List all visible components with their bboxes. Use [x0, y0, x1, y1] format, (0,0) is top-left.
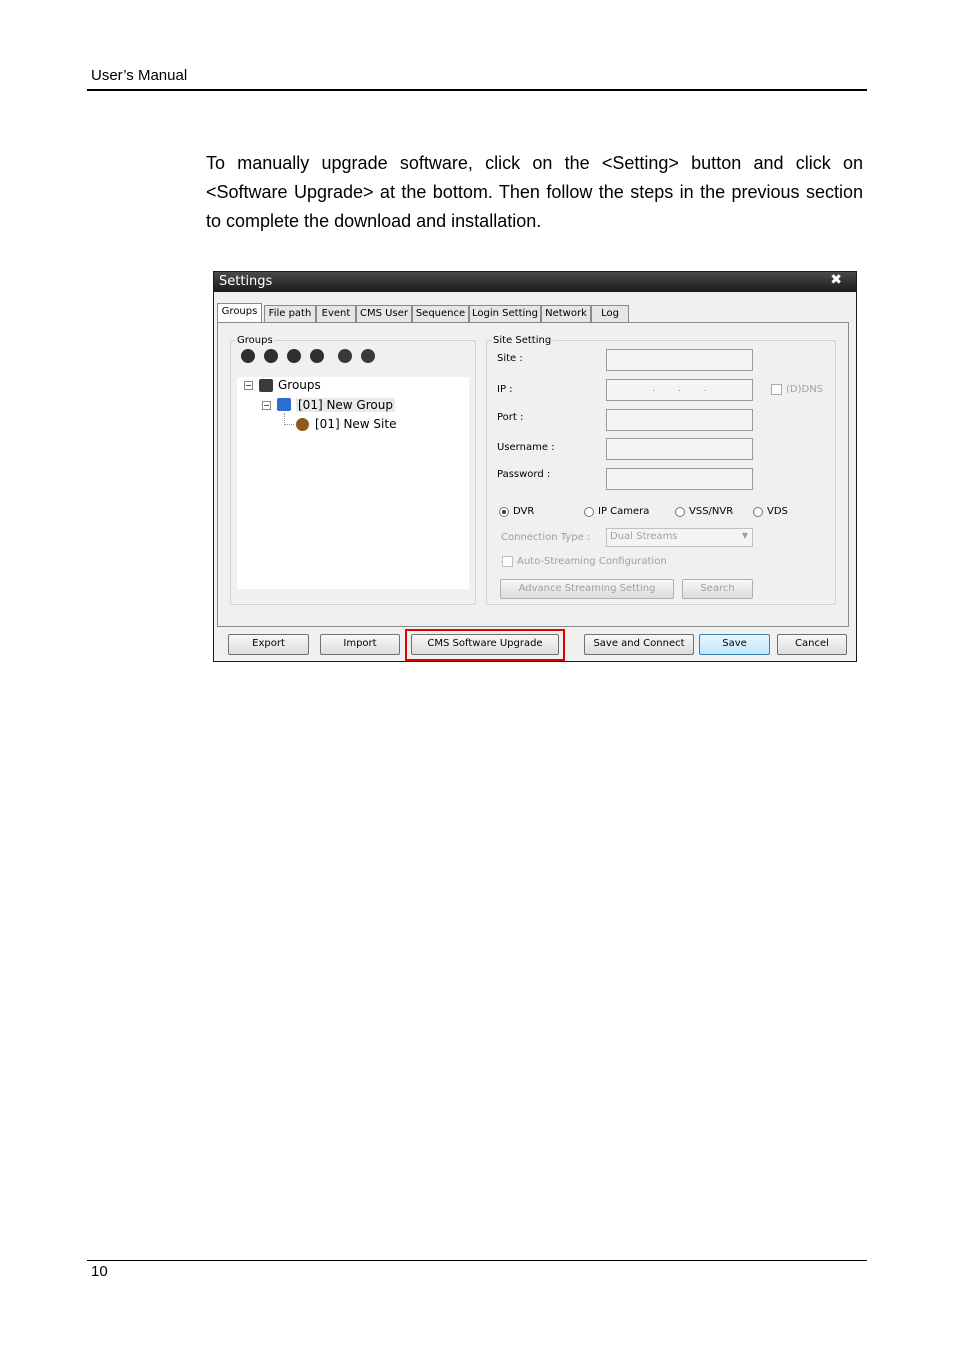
- site-input[interactable]: [606, 349, 753, 371]
- group-tree: − Groups − [01] New Group [01] New Site: [237, 377, 469, 589]
- site-setting-legend: Site Setting: [493, 335, 552, 346]
- password-input[interactable]: [606, 468, 753, 490]
- vds-radio[interactable]: [753, 507, 763, 517]
- tree-connector: [284, 424, 294, 426]
- tab-login-setting[interactable]: Login Setting: [469, 305, 541, 322]
- remove-group-icon[interactable]: [264, 349, 278, 363]
- settings-dialog: Settings ✖ Groups File path Event CMS Us…: [213, 271, 857, 662]
- tab-network[interactable]: Network: [541, 305, 591, 322]
- header-title: User’s Manual: [91, 67, 188, 84]
- vss-nvr-label: VSS/NVR: [689, 506, 734, 517]
- dialog-title: Settings: [219, 274, 273, 289]
- cancel-button[interactable]: Cancel: [777, 634, 847, 655]
- import-button[interactable]: Import: [320, 634, 400, 655]
- advance-streaming-button[interactable]: Advance Streaming Setting: [500, 579, 674, 599]
- dvr-label: DVR: [513, 506, 535, 517]
- port-label: Port :: [497, 412, 524, 423]
- tab-file-path[interactable]: File path: [264, 305, 316, 322]
- connection-type-value: Dual Streams: [610, 531, 678, 542]
- search-site-icon[interactable]: [361, 349, 375, 363]
- username-input[interactable]: [606, 438, 753, 460]
- ddns-checkbox[interactable]: [771, 384, 782, 395]
- ip-camera-label: IP Camera: [598, 506, 650, 517]
- ip-input[interactable]: . . .: [606, 379, 753, 401]
- tab-groups[interactable]: Groups: [217, 303, 262, 323]
- site-icon: [296, 418, 309, 431]
- group-icon: [277, 398, 291, 411]
- groups-legend: Groups: [237, 335, 273, 346]
- tree-group-label[interactable]: [01] New Group: [296, 398, 395, 412]
- password-label: Password :: [497, 469, 551, 480]
- connection-type-select[interactable]: Dual Streams ▼: [606, 528, 753, 547]
- save-and-connect-button[interactable]: Save and Connect: [584, 634, 694, 655]
- ip-camera-radio[interactable]: [584, 507, 594, 517]
- ip-label: IP :: [497, 384, 513, 395]
- save-button[interactable]: Save: [699, 634, 770, 655]
- collapse-icon[interactable]: −: [244, 381, 253, 390]
- tab-log[interactable]: Log: [591, 305, 629, 322]
- tab-panel: Groups − Groups − [01] New Group [01] Ne…: [217, 322, 849, 627]
- ddns-label: (D)DNS: [786, 384, 824, 395]
- dvr-radio[interactable]: [499, 507, 509, 517]
- groups-folder-icon: [259, 379, 273, 392]
- body-paragraph: To manually upgrade software, click on t…: [206, 153, 863, 231]
- username-label: Username :: [497, 442, 555, 453]
- chevron-down-icon: ▼: [741, 531, 748, 540]
- tab-cms-user[interactable]: CMS User: [356, 305, 412, 322]
- auto-streaming-checkbox[interactable]: [502, 556, 513, 567]
- tree-site-label[interactable]: [01] New Site: [315, 417, 396, 431]
- add-site-icon[interactable]: [287, 349, 301, 363]
- auto-streaming-label: Auto-Streaming Configuration: [517, 556, 667, 567]
- dialog-titlebar: Settings ✖: [214, 272, 856, 292]
- site-label: Site :: [497, 353, 523, 364]
- cms-software-upgrade-button[interactable]: CMS Software Upgrade: [411, 634, 559, 655]
- export-button[interactable]: Export: [228, 634, 309, 655]
- tab-sequence[interactable]: Sequence: [412, 305, 469, 322]
- collapse-icon[interactable]: −: [262, 401, 271, 410]
- port-input[interactable]: [606, 409, 753, 431]
- add-group-icon[interactable]: [241, 349, 255, 363]
- page-number: 10: [91, 1263, 108, 1280]
- footer-rule: [87, 1260, 867, 1261]
- close-icon[interactable]: ✖: [830, 272, 842, 288]
- tab-event[interactable]: Event: [316, 305, 356, 322]
- vss-nvr-radio[interactable]: [675, 507, 685, 517]
- vds-label: VDS: [767, 506, 788, 517]
- import-site-icon[interactable]: [338, 349, 352, 363]
- search-button[interactable]: Search: [682, 579, 753, 599]
- connection-type-label: Connection Type :: [501, 532, 591, 543]
- header-rule: [87, 89, 867, 91]
- remove-site-icon[interactable]: [310, 349, 324, 363]
- tree-root-label[interactable]: Groups: [278, 378, 321, 392]
